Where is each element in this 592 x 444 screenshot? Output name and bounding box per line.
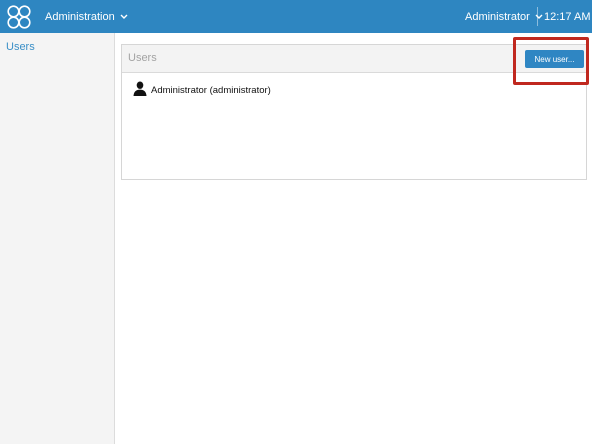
top-bar: Administration Administrator 12:17 AM	[0, 0, 592, 33]
clock: 12:17 AM	[544, 10, 591, 23]
header-divider	[537, 7, 538, 26]
new-user-button[interactable]: New user...	[525, 50, 584, 68]
chevron-down-icon	[120, 11, 128, 23]
sidebar: Users	[0, 33, 115, 444]
users-panel-header: Users New user...	[122, 45, 586, 73]
app-menu-label: Administration	[45, 10, 115, 23]
users-panel-title: Users	[128, 52, 157, 64]
user-name: Administrator (administrator)	[151, 85, 271, 96]
chevron-down-icon	[535, 11, 543, 23]
app-logo-icon[interactable]	[0, 0, 38, 33]
users-panel: Users New user... Administrator (adminis…	[121, 44, 587, 180]
user-menu-dropdown[interactable]: Administrator	[465, 0, 543, 33]
user-menu-label: Administrator	[465, 10, 530, 23]
user-icon	[133, 81, 147, 101]
user-list-item[interactable]: Administrator (administrator)	[133, 81, 271, 101]
sidebar-item-users[interactable]: Users	[6, 41, 35, 53]
app-menu-dropdown[interactable]: Administration	[45, 0, 128, 33]
